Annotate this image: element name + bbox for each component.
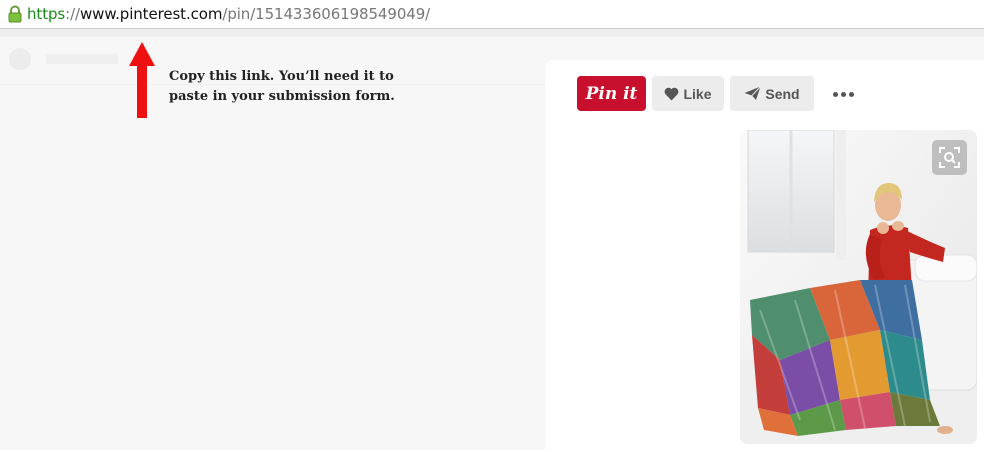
send-label: Send xyxy=(765,85,800,102)
annotation-line-1: Copy this link. You’ll need it to xyxy=(169,69,394,84)
url-host: www.pinterest.com xyxy=(79,5,223,23)
afghan-photo xyxy=(740,130,977,444)
pinterest-logo-icon xyxy=(9,48,31,70)
like-button[interactable]: Like xyxy=(652,76,724,111)
like-label: Like xyxy=(683,85,712,102)
tab-strip-shadow xyxy=(0,29,984,37)
pin-it-button[interactable]: Pin it xyxy=(577,76,646,111)
url-scheme: https xyxy=(27,5,66,23)
pin-it-label: Pin it xyxy=(585,83,638,104)
header-placeholder xyxy=(46,54,118,64)
up-arrow-icon xyxy=(129,42,155,118)
annotation-text: Copy this link. You’ll need it to paste … xyxy=(169,67,409,107)
url-text[interactable]: https://www.pinterest.com/pin/1514336061… xyxy=(27,4,430,24)
url-path: /pin/151433606198549049/ xyxy=(222,5,431,23)
address-bar[interactable]: https://www.pinterest.com/pin/1514336061… xyxy=(0,0,984,29)
url-separator: :// xyxy=(65,5,80,23)
visual-search-icon[interactable] xyxy=(932,140,967,175)
pin-image[interactable] xyxy=(740,130,977,444)
heart-icon xyxy=(665,87,679,100)
lock-icon xyxy=(8,5,22,23)
annotation-line-2: paste in your submission form. xyxy=(169,89,395,104)
send-button[interactable]: Send xyxy=(730,76,814,111)
more-dots-icon[interactable] xyxy=(830,84,856,104)
paper-plane-icon xyxy=(744,86,762,100)
